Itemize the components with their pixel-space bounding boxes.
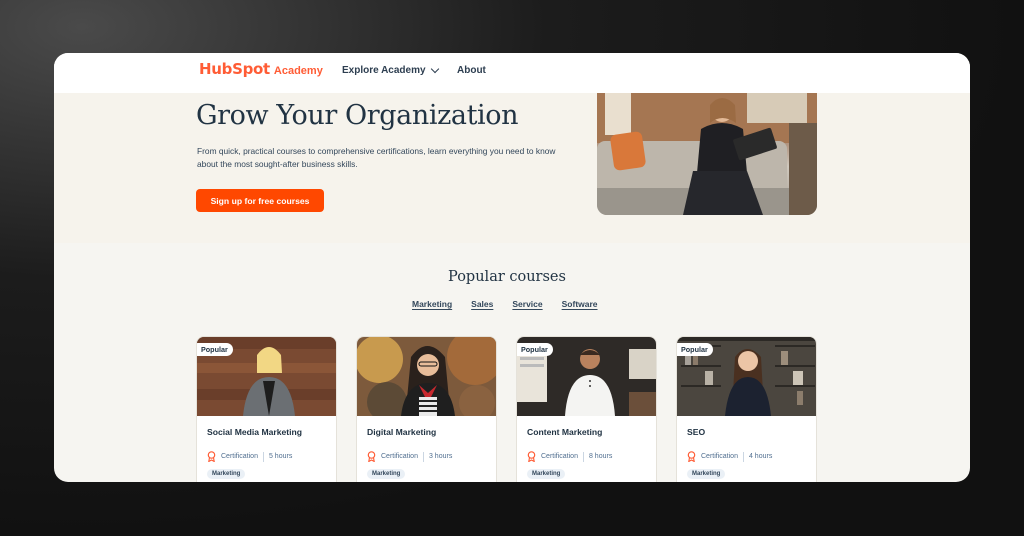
course-tag: Marketing [527, 469, 566, 479]
hero-description: From quick, practical courses to compreh… [197, 146, 556, 169]
course-type: Certification [701, 453, 738, 460]
course-duration: 4 hours [748, 453, 773, 460]
certificate-ribbon-icon [527, 451, 536, 462]
filter-sales[interactable]: Sales [471, 299, 493, 309]
popular-courses-title: Popular courses [448, 269, 566, 285]
signup-button[interactable]: Sign up for free courses [196, 189, 324, 212]
course-title: Digital Marketing [367, 427, 437, 437]
popular-badge: Popular [197, 343, 233, 356]
course-title: Social Media Marketing [207, 427, 303, 437]
logo-sub: Academy [273, 65, 323, 77]
filter-service[interactable]: Service [512, 299, 542, 309]
course-tag: Marketing [687, 469, 726, 479]
course-thumbnail [357, 337, 496, 416]
explore-academy-label: Explore Academy [342, 65, 426, 76]
course-card-digital-marketing[interactable]: Digital Marketing Certification 3 hours … [356, 336, 497, 482]
top-nav: HubSpot Academy Explore Academy About [54, 53, 970, 93]
chevron-down-icon [430, 64, 439, 74]
hubspot-academy-logo[interactable]: HubSpot Academy [199, 60, 323, 78]
divider [582, 451, 584, 462]
course-type: Certification [221, 453, 258, 460]
divider [742, 451, 744, 462]
course-cards: Popular Social Media Marketing Certifica… [196, 336, 817, 482]
popular-badge: Popular [517, 343, 553, 356]
filter-software[interactable]: Software [562, 299, 598, 309]
divider [422, 451, 424, 462]
divider [262, 451, 264, 462]
course-meta: Certification 4 hours [687, 451, 772, 462]
logo-brand: HubSpot [199, 60, 270, 78]
course-card-seo[interactable]: Popular SEO Certification 4 hours Market… [676, 336, 817, 482]
course-type: Certification [541, 453, 578, 460]
course-duration: 5 hours [268, 453, 293, 460]
course-meta: Certification 8 hours [527, 451, 612, 462]
course-title: SEO [687, 427, 706, 437]
popular-badge: Popular [677, 343, 713, 356]
certificate-ribbon-icon [367, 451, 376, 462]
certificate-ribbon-icon [687, 451, 696, 462]
hero-section: Grow Your Organization From quick, pract… [54, 93, 970, 243]
course-card-content-marketing[interactable]: Popular Content Marketing Certification … [516, 336, 657, 482]
course-meta: Certification 5 hours [207, 451, 292, 462]
course-meta: Certification 3 hours [367, 451, 452, 462]
course-tag: Marketing [207, 469, 246, 479]
course-duration: 8 hours [588, 453, 613, 460]
course-title: Content Marketing [527, 427, 603, 437]
hero-title: Grow Your Organization [196, 100, 519, 131]
certificate-ribbon-icon [207, 451, 216, 462]
course-type: Certification [381, 453, 418, 460]
about-link[interactable]: About [457, 65, 486, 76]
filter-marketing[interactable]: Marketing [412, 299, 452, 309]
course-card-social-media[interactable]: Popular Social Media Marketing Certifica… [196, 336, 337, 482]
explore-academy-menu[interactable]: Explore Academy [342, 64, 439, 76]
browser-frame: HubSpot Academy Explore Academy About Gr… [54, 53, 970, 482]
hero-photo [597, 93, 817, 215]
woman-reading-tablet-image [597, 93, 817, 215]
course-duration: 3 hours [428, 453, 453, 460]
course-filters: Marketing Sales Service Software [412, 299, 598, 309]
course-tag: Marketing [367, 469, 406, 479]
